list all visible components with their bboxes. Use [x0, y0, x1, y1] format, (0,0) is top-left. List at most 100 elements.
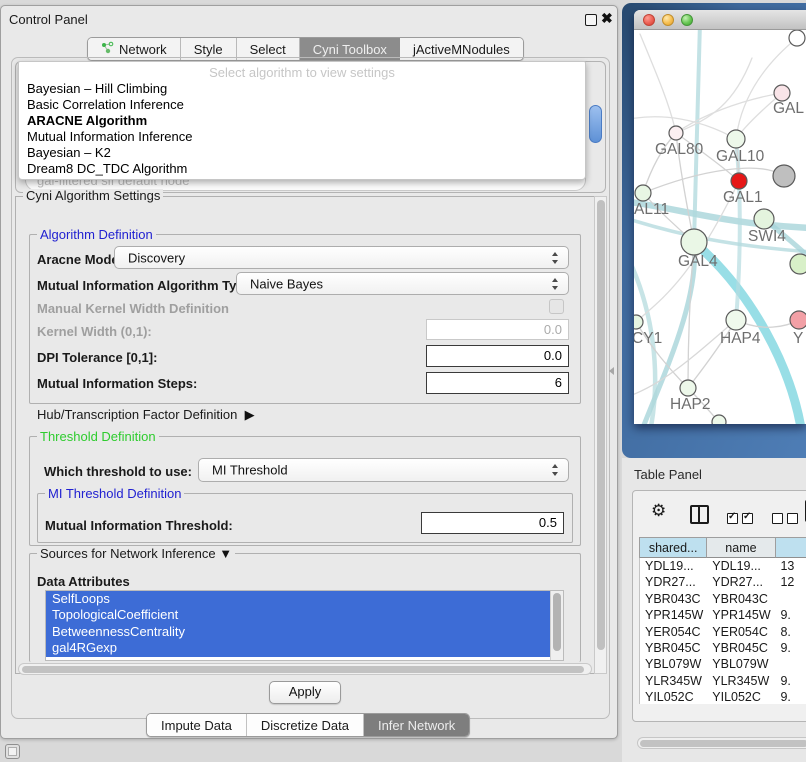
which-threshold-select[interactable]: MI Threshold — [198, 458, 569, 482]
network-node-gal[interactable] — [774, 85, 790, 101]
network-node[interactable] — [712, 415, 726, 424]
close-icon[interactable]: ✖ — [601, 10, 613, 27]
table-row[interactable]: YIL052CYIL052C9. — [640, 689, 806, 704]
algorithm-definition-legend: Algorithm Definition — [37, 228, 156, 241]
attributes-scrollbar[interactable] — [550, 591, 563, 660]
network-node-gal1[interactable] — [731, 173, 747, 189]
table-row[interactable]: YBR045CYBR045C9. — [640, 640, 806, 656]
zoom-traffic-light-icon[interactable] — [681, 14, 693, 26]
attribute-item-selfloops[interactable]: SelfLoops — [46, 591, 551, 607]
collapse-down-icon[interactable]: ▼ — [219, 547, 232, 560]
node-table: shared...name YDL19...YDL19...13YDR27...… — [639, 537, 806, 704]
apply-button[interactable]: Apply — [269, 681, 341, 704]
bottom-tabbar: Impute DataDiscretize DataInfer Network — [146, 713, 470, 737]
settings-vertical-scrollbar[interactable] — [594, 196, 607, 674]
table-row[interactable]: YER054CYER054C8. — [640, 624, 806, 640]
network-node-hap2[interactable] — [680, 380, 696, 396]
node-label-gcy1: GCY1 — [634, 330, 662, 347]
bottom-tab-discretize-data[interactable]: Discretize Data — [247, 714, 364, 736]
network-edge[interactable] — [676, 58, 752, 133]
kernel-width-field[interactable]: 0.0 — [426, 319, 569, 340]
network-node-hap4[interactable] — [726, 310, 746, 330]
network-node-gal10[interactable] — [727, 130, 745, 148]
network-window: GALGAL80GAL10GAL1GAL11SWI4GAL4GCY1HAP4YH… — [634, 10, 806, 424]
unchecked-boxes-icon[interactable] — [772, 510, 802, 528]
dropdown-item-aracne-algorithm[interactable]: ARACNE Algorithm — [19, 113, 585, 129]
mi-algorithm-type-select[interactable]: Naive Bayes — [236, 272, 569, 295]
control-panel-window: Control Panel ✖ NetworkStyleSelectCyni T… — [0, 5, 618, 739]
table-horizontal-scrollbar[interactable] — [637, 737, 806, 749]
network-node-gal4[interactable] — [681, 229, 707, 255]
network-node-gcy1[interactable] — [634, 315, 643, 329]
dropdown-item-bayesian-k2[interactable]: Bayesian – K2 — [19, 145, 585, 161]
manual-kernel-width-checkbox[interactable] — [549, 299, 564, 314]
network-node[interactable] — [790, 254, 806, 274]
sources-legend[interactable]: Sources for Network Inference ▼ — [37, 547, 235, 560]
gear-icon[interactable]: ⚙ — [651, 502, 666, 519]
attribute-item-gal4rgexp[interactable]: gal4RGexp — [46, 640, 551, 656]
panel-divider-handle[interactable] — [609, 367, 614, 375]
node-label-gal1: GAL1 — [723, 189, 763, 206]
column-header-cut[interactable] — [776, 538, 806, 558]
float-window-icon[interactable] — [585, 14, 597, 26]
minimize-traffic-light-icon[interactable] — [662, 14, 674, 26]
table-row[interactable]: YPR145WYPR145W9. — [640, 607, 806, 623]
network-view-frame: GALGAL80GAL10GAL1GAL11SWI4GAL4GCY1HAP4YH… — [622, 3, 806, 458]
mi-threshold-label: Mutual Information Threshold: — [45, 518, 233, 533]
algorithm-dropdown-popup: Select algorithm to view settings Bayesi… — [18, 61, 586, 180]
table-row[interactable]: YDL19...YDL19...13 — [640, 558, 806, 574]
aracne-mode-select[interactable]: Discovery — [114, 246, 569, 269]
network-node-swi4[interactable] — [754, 209, 774, 229]
bottom-tab-impute-data[interactable]: Impute Data — [147, 714, 247, 736]
table-row[interactable]: YBR043CYBR043C — [640, 591, 806, 607]
attribute-item-topologicalcoefficient[interactable]: TopologicalCoefficient — [46, 607, 551, 623]
table-header-row: shared...name — [639, 537, 806, 558]
expand-right-icon[interactable]: ▶ — [245, 407, 255, 423]
network-edge[interactable] — [643, 168, 784, 193]
threshold-definition-legend: Threshold Definition — [37, 430, 159, 443]
dropdown-item-mutual-information-inference[interactable]: Mutual Information Inference — [19, 129, 585, 145]
table-panel: Table Panel ⚙ shared...name YDL19...YDL1… — [622, 458, 806, 762]
network-node-gal11[interactable] — [635, 185, 651, 201]
table-row[interactable]: YLR345WYLR345W9. — [640, 673, 806, 689]
checked-boxes-icon[interactable] — [727, 510, 757, 528]
network-edge[interactable] — [694, 30, 700, 242]
network-node[interactable] — [773, 165, 795, 187]
algorithm-dropdown-placeholder: Select algorithm to view settings — [19, 65, 585, 80]
control-panel-title: Control Panel — [9, 12, 88, 27]
mi-steps-field[interactable]: 6 — [426, 372, 569, 394]
close-traffic-light-icon[interactable] — [643, 14, 655, 26]
screen: Control Panel ✖ NetworkStyleSelectCyni T… — [0, 0, 806, 762]
scrollbar-thumb-blue[interactable] — [589, 105, 602, 143]
mi-threshold-legend: MI Threshold Definition — [45, 487, 184, 500]
hub-definition-toggle[interactable]: Hub/Transcription Factor Definition ▶ — [37, 407, 255, 423]
data-attributes-list[interactable]: SelfLoopsTopologicalCoefficientBetweenne… — [45, 590, 564, 661]
table-row[interactable]: YBL079WYBL079W — [640, 656, 806, 672]
restore-panel-icon[interactable] — [5, 744, 20, 759]
split-columns-icon[interactable] — [690, 505, 709, 524]
settings-horizontal-scrollbar[interactable] — [18, 663, 592, 675]
attribute-item-betweennesscentrality[interactable]: BetweennessCentrality — [46, 624, 551, 640]
network-node[interactable] — [789, 30, 805, 46]
node-label-gal: GAL — [773, 100, 804, 117]
dropdown-item-dream8-dc-tdc-algorithm[interactable]: Dream8 DC_TDC Algorithm — [19, 161, 585, 177]
table-panel-inner: ⚙ shared...name YDL19...YDL19...13YDR27.… — [632, 490, 806, 722]
network-node-gal80[interactable] — [669, 126, 683, 140]
node-label-hap4: HAP4 — [720, 330, 761, 347]
node-label-gal4: GAL4 — [678, 253, 718, 270]
network-canvas[interactable]: GALGAL80GAL10GAL1GAL11SWI4GAL4GCY1HAP4YH… — [634, 30, 806, 424]
dpi-tolerance-field[interactable]: 0.0 — [426, 345, 569, 367]
column-header-name[interactable]: name — [707, 538, 775, 558]
table-row[interactable]: YDR27...YDR27...12 — [640, 574, 806, 590]
column-header-shared[interactable]: shared... — [640, 538, 707, 558]
network-node-y[interactable] — [790, 311, 806, 329]
node-label-y: Y — [793, 330, 803, 347]
dpi-tolerance-label: DPI Tolerance [0,1]: — [37, 350, 157, 365]
aracne-mode-label: Aracne Mode: — [37, 252, 123, 267]
dropdown-item-bayesian-hill-climbing[interactable]: Bayesian – Hill Climbing — [19, 81, 585, 97]
bottom-tab-infer-network[interactable]: Infer Network — [364, 714, 469, 736]
network-edge[interactable] — [634, 117, 736, 139]
dropdown-item-basic-correlation-inference[interactable]: Basic Correlation Inference — [19, 97, 585, 113]
mi-threshold-field[interactable]: 0.5 — [421, 512, 564, 534]
network-window-titlebar[interactable] — [634, 10, 806, 30]
